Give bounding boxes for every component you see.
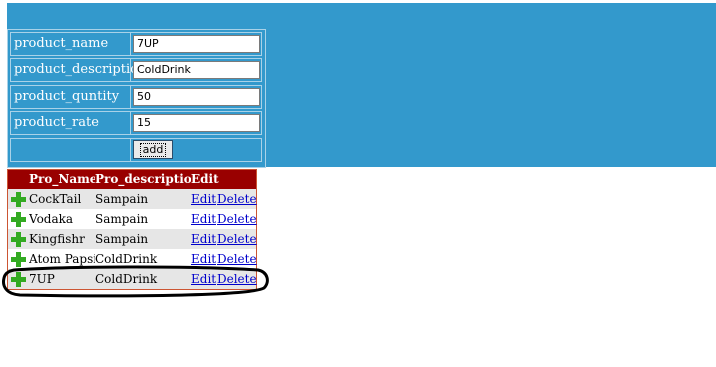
grid-header-row: Pro_Name Pro_description Edit [8, 170, 256, 189]
products-grid: Pro_Name Pro_description Edit CockTail S… [7, 169, 257, 290]
product-quantity-cell [130, 85, 262, 109]
table-row: Atom Papsi ColdDrink Edit Delete [8, 249, 257, 269]
product-rate-label: product_rate [10, 111, 131, 135]
row-name: Kingfishr [29, 232, 85, 246]
edit-link[interactable]: Edit [191, 249, 216, 269]
table-row: Kingfishr Sampain Edit Delete [8, 229, 257, 249]
product-quantity-input[interactable] [133, 88, 260, 106]
edit-link[interactable]: Edit [191, 209, 216, 229]
row-name: Vodaka [29, 212, 74, 226]
header-pro-description: Pro_description [95, 172, 191, 186]
delete-link[interactable]: Delete [217, 209, 257, 229]
row-description: Sampain [95, 212, 149, 226]
delete-link[interactable]: Delete [217, 189, 257, 209]
product-description-cell [130, 58, 262, 82]
table-row: Vodaka Sampain Edit Delete [8, 209, 257, 229]
delete-link[interactable]: Delete [217, 229, 257, 249]
edit-link[interactable]: Edit [191, 229, 216, 249]
add-button[interactable]: add [133, 140, 173, 159]
product-form: product_name product_description product… [7, 29, 266, 168]
row-description: Sampain [95, 192, 149, 206]
plus-icon[interactable] [11, 232, 26, 247]
form-row-product-description: product_description [10, 58, 264, 82]
header-edit: Edit [191, 172, 219, 186]
plus-icon[interactable] [11, 212, 26, 227]
product-name-cell [130, 32, 262, 56]
product-quantity-label: product_quntity [10, 85, 131, 109]
edit-link[interactable]: Edit [191, 189, 216, 209]
row-name: Atom Papsi [29, 252, 95, 266]
add-button-cell: add [130, 138, 262, 162]
product-name-input[interactable] [133, 35, 260, 53]
product-rate-input[interactable] [133, 114, 260, 132]
form-row-product-rate: product_rate [10, 111, 264, 135]
header-pro-name: Pro_Name [29, 172, 95, 186]
form-row-product-name: product_name [10, 32, 264, 56]
table-row: CockTail Sampain Edit Delete [8, 189, 257, 209]
empty-label-cell [10, 138, 131, 162]
form-row-actions: add [10, 138, 264, 162]
row-name: 7UP [29, 272, 55, 286]
edit-link[interactable]: Edit [191, 269, 216, 289]
row-description: ColdDrink [95, 252, 158, 266]
delete-link[interactable]: Delete [217, 249, 257, 269]
product-description-input[interactable] [133, 61, 260, 79]
table-row: 7UP ColdDrink Edit Delete [8, 269, 257, 289]
product-rate-cell [130, 111, 262, 135]
product-name-label: product_name [10, 32, 131, 56]
form-row-product-quantity: product_quntity [10, 85, 264, 109]
row-name: CockTail [29, 192, 82, 206]
row-description: ColdDrink [95, 272, 158, 286]
plus-icon[interactable] [11, 272, 26, 287]
product-description-label: product_description [10, 58, 146, 82]
delete-link[interactable]: Delete [217, 269, 257, 289]
add-button-label: add [139, 142, 167, 157]
plus-icon[interactable] [11, 252, 26, 267]
row-description: Sampain [95, 232, 149, 246]
plus-icon[interactable] [11, 192, 26, 207]
